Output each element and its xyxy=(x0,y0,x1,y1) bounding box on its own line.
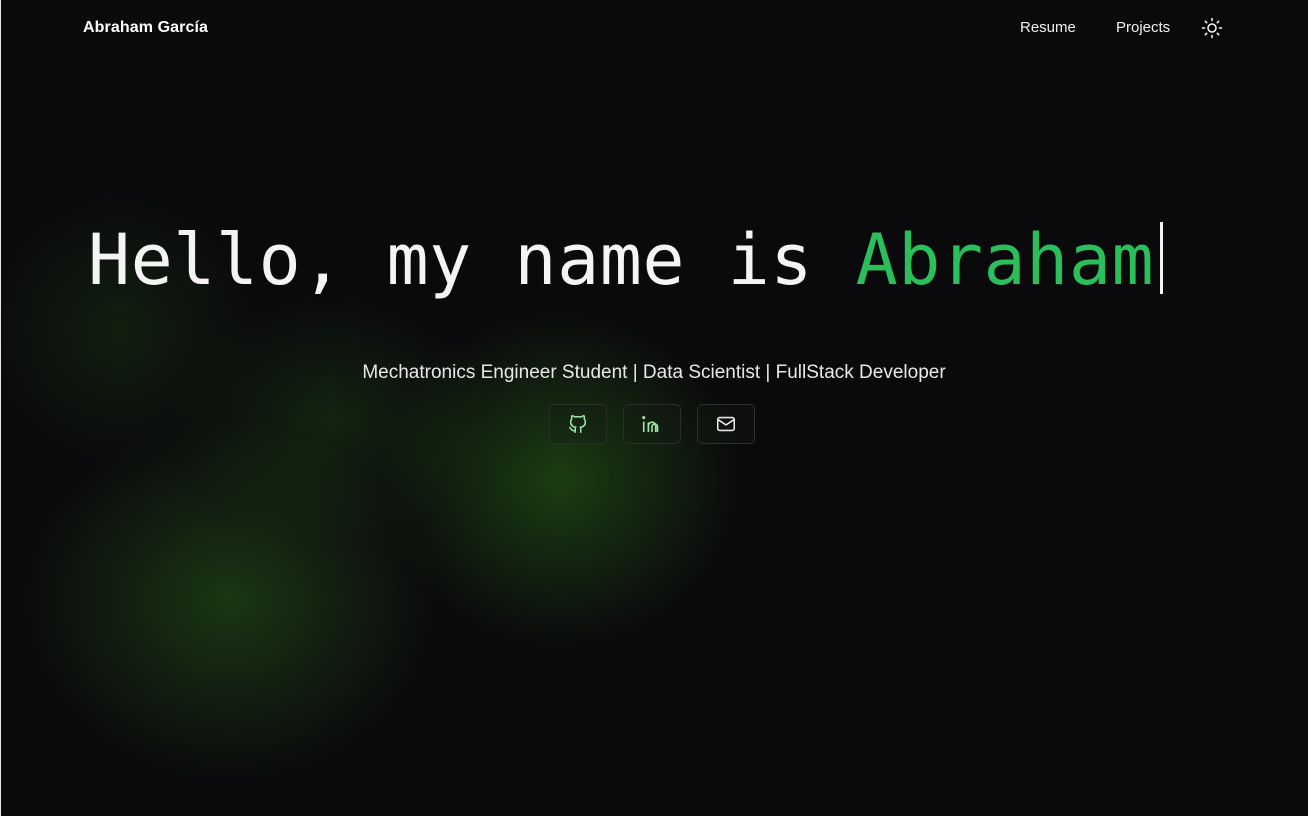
mail-icon xyxy=(716,416,736,432)
email-button[interactable] xyxy=(697,404,755,444)
linkedin-button[interactable] xyxy=(623,404,681,444)
social-links xyxy=(549,404,755,444)
window-edge xyxy=(0,0,1,816)
hero-greeting: Hello, my name is xyxy=(88,219,813,301)
typing-cursor xyxy=(1160,222,1164,294)
linkedin-icon xyxy=(642,416,659,433)
sun-icon xyxy=(1201,17,1223,39)
hero-subtitle: Mechatronics Engineer Student | Data Sci… xyxy=(362,362,946,383)
nav-projects-link[interactable]: Projects xyxy=(1116,19,1170,36)
site-header: Abraham García Resume Projects xyxy=(0,0,1308,58)
hero-heading: Hello, my name is Abraham xyxy=(88,218,1164,302)
github-button[interactable] xyxy=(549,404,607,444)
brand-name[interactable]: Abraham García xyxy=(83,19,208,37)
hero-typed-name: Abraham xyxy=(855,219,1155,301)
nav-resume-link[interactable]: Resume xyxy=(1020,19,1076,36)
github-icon xyxy=(568,415,587,434)
theme-toggle-button[interactable] xyxy=(1200,16,1224,40)
